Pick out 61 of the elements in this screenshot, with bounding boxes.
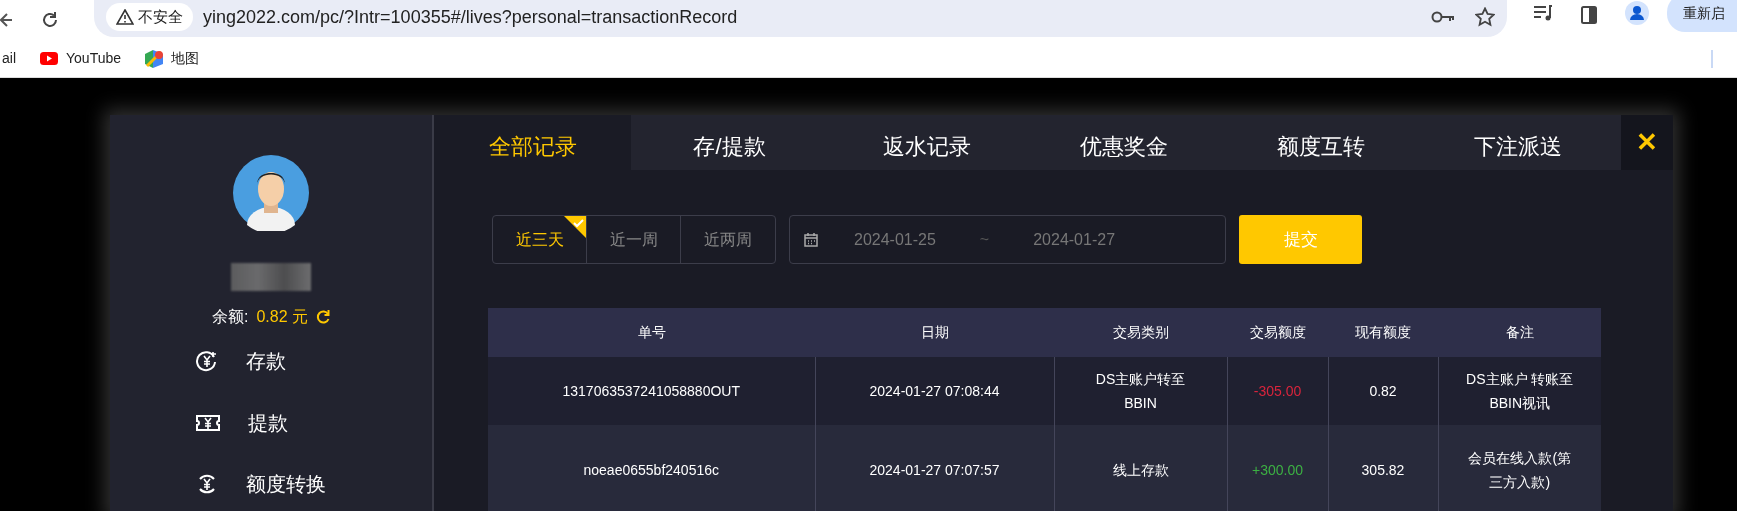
avatar-icon <box>233 155 309 231</box>
bookmark-link[interactable]: ail <box>2 48 16 69</box>
column-header: 备注 <box>1438 308 1601 357</box>
range-button[interactable]: 近三天 <box>493 216 587 263</box>
tab[interactable]: 返水记录 <box>828 115 1025 170</box>
security-chip[interactable]: 不安全 <box>106 2 193 32</box>
yen-coin-icon <box>196 350 218 373</box>
column-header: 交易类别 <box>1054 308 1227 357</box>
range-button[interactable]: 近两周 <box>681 216 775 263</box>
sidebar-menu-item[interactable]: 额度转换 <box>196 453 336 511</box>
column-header: 现有额度 <box>1328 308 1438 357</box>
playlist-icon[interactable] <box>1533 4 1553 22</box>
table-cell: 2024-01-27 07:08:44 <box>815 357 1054 425</box>
yen-exchange-icon <box>196 473 218 496</box>
table-cell: 305.82 <box>1328 425 1438 511</box>
close-button[interactable]: ✕ <box>1621 115 1673 170</box>
range-button[interactable]: 近一周 <box>587 216 681 263</box>
table-cell: DS主账户 转账至 BBIN视讯 <box>1438 357 1601 425</box>
column-header: 交易额度 <box>1227 308 1328 357</box>
key-icon[interactable] <box>1431 10 1455 24</box>
balance-value: 0.82 元 <box>256 306 308 327</box>
sidebar-menu-item[interactable]: 存款 <box>196 330 336 393</box>
tab[interactable]: 下注派送 <box>1419 115 1616 170</box>
tab[interactable]: 全部记录 <box>434 115 631 170</box>
table-cell: 0.82 <box>1328 357 1438 425</box>
relaunch-button[interactable]: 重新启 <box>1667 0 1737 32</box>
ticket-icon <box>196 413 220 432</box>
tab[interactable]: 额度互转 <box>1222 115 1419 170</box>
map-pin-icon <box>145 49 164 68</box>
column-header: 日期 <box>815 308 1054 357</box>
tab[interactable]: 存/提款 <box>631 115 828 170</box>
table-cell: noeae0655bf240516c <box>488 425 815 511</box>
refresh-icon[interactable] <box>316 308 330 325</box>
security-label: 不安全 <box>138 6 183 27</box>
table-cell: DS主账户转至BBIN <box>1054 357 1227 425</box>
bookmark-link[interactable]: YouTube <box>40 48 122 69</box>
end-date: 2024-01-27 <box>1033 229 1116 250</box>
reload-icon[interactable] <box>40 10 60 30</box>
warning-icon <box>116 9 134 25</box>
balance-label: 余额: <box>211 306 249 327</box>
profile-icon[interactable] <box>1625 1 1649 25</box>
start-date: 2024-01-25 <box>854 229 936 250</box>
table-cell: 线上存款 <box>1054 425 1227 511</box>
table-cell: 2024-01-27 07:07:57 <box>815 425 1054 511</box>
table-cell: 1317063537241058880OUT <box>488 357 815 425</box>
column-header: 单号 <box>488 308 815 357</box>
table-cell: -305.00 <box>1227 357 1328 425</box>
url-text: ying2022.com/pc/?Intr=100355#/lives?personal=transactionRecord <box>203 5 738 29</box>
table-cell: +300.00 <box>1227 425 1328 511</box>
range-separator: ~ <box>979 229 990 250</box>
side-panel-icon[interactable] <box>1581 6 1597 24</box>
address-bar[interactable]: 不安全 ying2022.com/pc/?Intr=100355#/lives?personal=transactionRecord <box>94 0 1507 37</box>
calendar-icon <box>804 232 818 247</box>
tab[interactable]: 优惠奖金 <box>1025 115 1222 170</box>
video-play-icon <box>40 52 58 65</box>
bookmark-link[interactable]: 地图 <box>145 48 200 69</box>
date-range-field[interactable]: 2024-01-25 ~ 2024-01-27 <box>789 215 1226 264</box>
check-corner-icon <box>564 216 586 238</box>
star-icon[interactable] <box>1475 7 1495 27</box>
table-cell: 会员在线入款(第三方入款) <box>1438 425 1601 511</box>
sidebar-menu-item[interactable]: 提款 <box>196 392 336 454</box>
